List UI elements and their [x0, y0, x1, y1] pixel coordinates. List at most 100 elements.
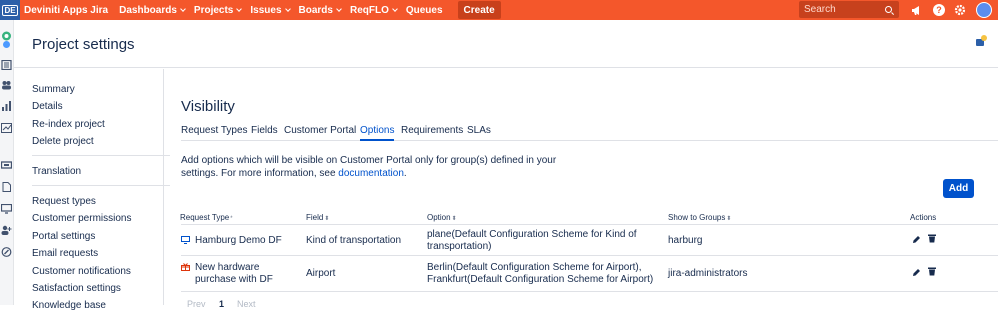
tab-fields[interactable]: Fields — [251, 125, 278, 141]
row1-field: Kind of transportation — [306, 235, 402, 246]
sidebar-item-satisfaction-settings[interactable]: Satisfaction settings — [32, 283, 121, 294]
project-avatar-icon[interactable] — [1, 31, 12, 49]
sidebar-item-delete[interactable]: Delete project — [32, 136, 94, 147]
project-sidebar-rail — [0, 20, 14, 305]
page-icon[interactable] — [1, 182, 12, 192]
column-header-field[interactable]: Field⬍ — [306, 213, 329, 222]
tab-options[interactable]: Options — [360, 125, 395, 141]
search-input[interactable]: Search — [799, 1, 899, 18]
column-header-groups[interactable]: Show to Groups⬍ — [668, 213, 731, 222]
edit-icon[interactable] — [912, 235, 921, 244]
nav-queues-label: Queues — [405, 4, 443, 16]
row2-request-type[interactable]: New hardware purchase with DF — [195, 262, 285, 286]
main-content: Visibility Request Types Fields Customer… — [165, 69, 998, 309]
megaphone-icon[interactable] — [911, 4, 923, 16]
compass-icon[interactable] — [1, 247, 12, 257]
sidebar-divider — [32, 185, 170, 186]
nav-boards-label: Boards — [298, 4, 333, 16]
row1-request-type[interactable]: Hamburg Demo DF — [195, 235, 282, 247]
sidebar-divider — [32, 155, 170, 156]
chart-icon[interactable] — [1, 123, 12, 133]
gift-icon — [181, 263, 190, 271]
pagination-next[interactable]: Next — [237, 299, 256, 309]
sort-icon: ⬍ — [324, 216, 330, 222]
delete-icon[interactable] — [928, 234, 936, 243]
sidebar-item-reindex[interactable]: Re-index project — [32, 119, 105, 130]
chevron-down-icon — [180, 5, 186, 12]
row2-field: Airport — [306, 268, 336, 279]
sidebar-item-translation[interactable]: Translation — [32, 166, 81, 177]
board-icon[interactable] — [1, 60, 12, 70]
table-row-divider — [181, 291, 998, 292]
customers-icon[interactable] — [1, 80, 12, 90]
row1-groups: harburg — [668, 235, 703, 246]
section-title: Visibility — [181, 98, 235, 115]
tab-requirements[interactable]: Requirements — [401, 125, 463, 141]
column-header-field-label: Field — [306, 213, 324, 222]
tab-slas[interactable]: SLAs — [467, 125, 491, 141]
search-placeholder: Search — [804, 4, 836, 15]
nav-issues[interactable]: Issues — [250, 4, 291, 16]
documentation-link[interactable]: documentation — [338, 168, 404, 179]
search-icon — [885, 6, 892, 13]
nav-issues-label: Issues — [250, 4, 282, 16]
nav-dashboards-label: Dashboards — [119, 4, 177, 16]
delete-icon[interactable] — [928, 267, 936, 276]
column-header-option[interactable]: Option⬍ — [427, 213, 457, 222]
description-end: . — [403, 168, 407, 179]
help-icon[interactable]: ? — [933, 4, 945, 16]
table-header-divider — [181, 224, 998, 225]
nav-projects[interactable]: Projects — [193, 4, 243, 16]
sort-icon: ⬍ — [451, 216, 457, 222]
raise-request-icon[interactable] — [1, 160, 12, 170]
monitor-icon — [181, 236, 190, 244]
chevron-down-icon — [336, 5, 342, 12]
sidebar-item-email-requests[interactable]: Email requests — [32, 248, 98, 259]
sidebar-item-knowledge-base[interactable]: Knowledge base — [32, 300, 106, 311]
gear-icon[interactable] — [954, 4, 966, 16]
sidebar-item-summary[interactable]: Summary — [32, 84, 75, 95]
edit-icon[interactable] — [912, 268, 921, 277]
column-header-option-label: Option — [427, 213, 451, 222]
app-logo[interactable]: DE — [0, 0, 20, 20]
required-mark: * — [230, 216, 233, 222]
column-header-actions: Actions — [910, 213, 937, 222]
page-title: Project settings — [32, 36, 135, 53]
tab-customer-portal[interactable]: Customer Portal — [284, 125, 356, 141]
monitor-icon[interactable] — [1, 204, 12, 214]
sidebar-item-customer-permissions[interactable]: Customer permissions — [32, 213, 131, 224]
app-title[interactable]: Deviniti Apps Jira — [24, 5, 108, 16]
sidebar-item-portal-settings[interactable]: Portal settings — [32, 231, 95, 242]
column-header-groups-label: Show to Groups — [668, 213, 726, 222]
nav-queues[interactable]: Queues — [406, 5, 443, 16]
user-add-icon[interactable] — [1, 225, 12, 235]
nav-reqflo[interactable]: ReqFLO — [349, 4, 398, 16]
top-navigation-bar: DE Deviniti Apps Jira Dashboards Project… — [0, 0, 998, 20]
add-button[interactable]: Add — [943, 179, 974, 198]
reports-icon[interactable] — [1, 101, 12, 111]
row2-groups: jira-administrators — [668, 268, 748, 279]
tab-request-types[interactable]: Request Types — [181, 125, 248, 141]
sidebar-item-details[interactable]: Details — [32, 101, 63, 112]
pagination-prev[interactable]: Prev — [187, 299, 206, 309]
table-row-divider — [181, 255, 998, 256]
nav-reqflo-label: ReqFLO — [349, 4, 389, 16]
create-button[interactable]: Create — [457, 1, 501, 19]
chevron-down-icon — [236, 5, 243, 12]
column-header-request-type[interactable]: Request Type* — [180, 213, 233, 222]
sidebar-item-customer-notifications[interactable]: Customer notifications — [32, 266, 131, 277]
page-header: Project settings — [14, 20, 998, 68]
pagination-current[interactable]: 1 — [219, 299, 224, 309]
row1-option: plane(Default Configuration Scheme for K… — [427, 229, 637, 252]
sort-icon: ⬍ — [726, 216, 732, 222]
user-avatar[interactable] — [976, 2, 992, 18]
chevron-down-icon — [392, 5, 398, 12]
chevron-down-icon — [284, 5, 291, 12]
feedback-badge — [981, 35, 987, 41]
sidebar-item-request-types[interactable]: Request types — [32, 196, 96, 207]
tab-bar: Request Types Fields Customer Portal Opt… — [181, 125, 998, 141]
settings-sidebar: Summary Details Re-index project Delete … — [14, 69, 170, 311]
nav-dashboards[interactable]: Dashboards — [119, 4, 186, 16]
nav-projects-label: Projects — [193, 4, 234, 16]
nav-boards[interactable]: Boards — [298, 4, 342, 16]
